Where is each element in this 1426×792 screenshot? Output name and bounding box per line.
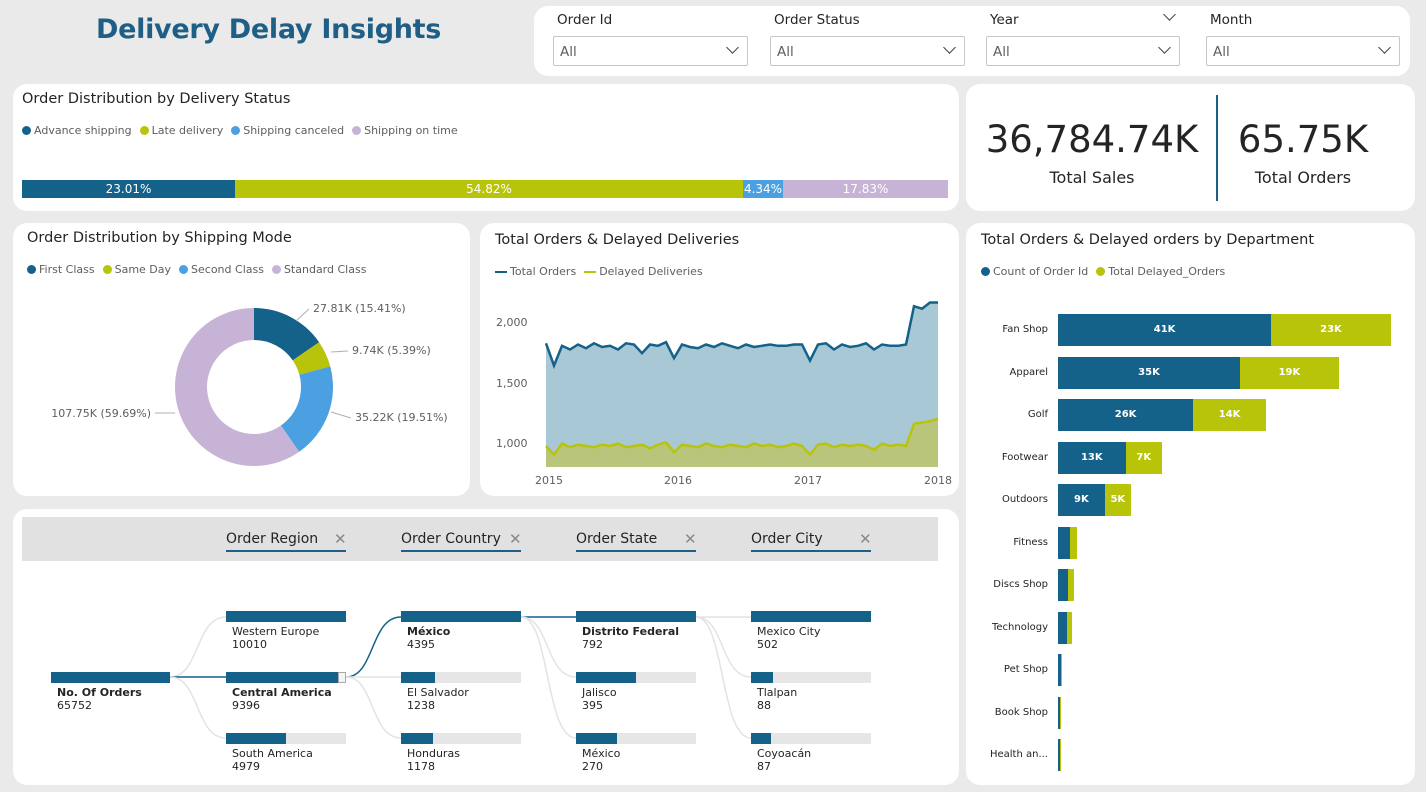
node-bar[interactable] (401, 733, 433, 744)
connector-active (345, 616, 402, 678)
node-name[interactable]: Jalisco (582, 686, 617, 699)
node-name[interactable]: México (407, 625, 450, 638)
node-bar[interactable] (751, 733, 771, 744)
node-bar[interactable] (401, 611, 521, 622)
connector (169, 616, 227, 678)
node-name[interactable]: Distrito Federal (582, 625, 679, 638)
node-name[interactable]: Mexico City (757, 625, 820, 638)
node-value: 87 (757, 760, 771, 773)
node-value: 65752 (57, 699, 92, 712)
node-bar (51, 672, 170, 683)
node-name[interactable]: El Salvador (407, 686, 469, 699)
node-name[interactable]: Western Europe (232, 625, 319, 638)
node-name[interactable]: México (582, 747, 620, 760)
node-bar[interactable] (226, 672, 339, 683)
connector (520, 616, 577, 739)
expand-handle[interactable] (338, 672, 346, 683)
connector (169, 676, 227, 739)
node-value: 4979 (232, 760, 260, 773)
node-bar[interactable] (751, 672, 773, 683)
node-name[interactable]: South America (232, 747, 313, 760)
connector (345, 676, 402, 739)
node-bar[interactable] (401, 672, 435, 683)
decomp-connectors (169, 616, 752, 739)
node-bar[interactable] (226, 611, 346, 622)
node-bar[interactable] (576, 733, 617, 744)
node-value: 10010 (232, 638, 267, 651)
node-name[interactable]: Tlalpan (757, 686, 797, 699)
node-value: 4395 (407, 638, 435, 651)
node-bar[interactable] (226, 733, 286, 744)
node-value: 395 (582, 699, 603, 712)
node-value: 88 (757, 699, 771, 712)
node-bar[interactable] (576, 611, 696, 622)
node-name[interactable]: Central America (232, 686, 332, 699)
node-name[interactable]: Coyoacán (757, 747, 811, 760)
node-name: No. Of Orders (57, 686, 142, 699)
connector (695, 616, 752, 739)
node-name[interactable]: Honduras (407, 747, 460, 760)
connector (520, 616, 577, 678)
node-value: 502 (757, 638, 778, 651)
node-value: 1178 (407, 760, 435, 773)
node-bar[interactable] (576, 672, 636, 683)
node-value: 792 (582, 638, 603, 651)
node-value: 9396 (232, 699, 260, 712)
node-value: 1238 (407, 699, 435, 712)
node-value: 270 (582, 760, 603, 773)
node-bar[interactable] (751, 611, 871, 622)
connector (695, 616, 752, 678)
